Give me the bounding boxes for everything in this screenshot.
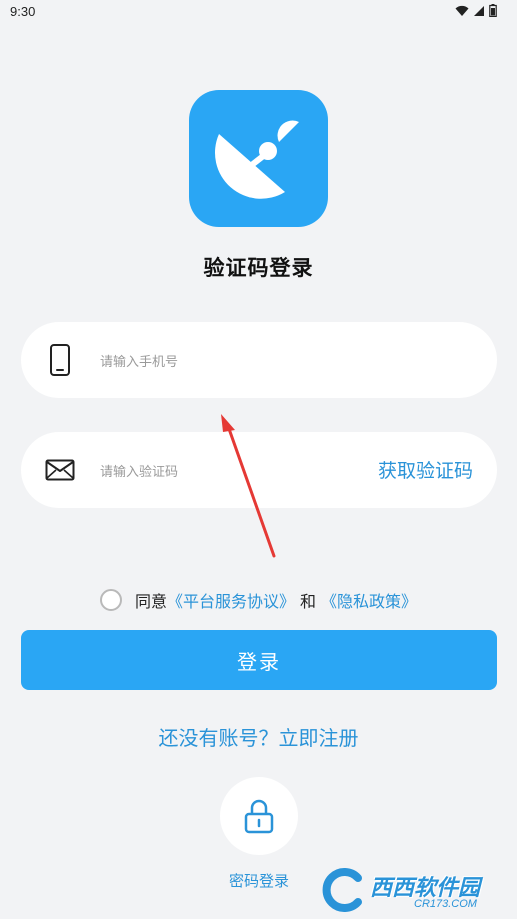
get-code-button[interactable]: 获取验证码 [378,456,473,483]
signal-icon [474,5,484,16]
phone-icon [45,341,75,379]
battery-icon [489,4,497,17]
app-logo [189,90,328,227]
status-icons [455,4,497,17]
password-login-button[interactable] [220,777,298,855]
agreement-row: 同意 《平台服务协议》 和 《隐私政策》 [0,588,517,612]
code-input[interactable] [98,452,352,490]
lock-icon [244,799,274,834]
status-time: 9:30 [10,4,36,19]
code-field[interactable]: 获取验证码 [21,432,497,508]
mail-icon [45,451,75,489]
service-agreement-link[interactable]: 《平台服务协议》 [167,588,295,612]
satellite-dish-icon [215,120,299,199]
password-login-label[interactable]: 密码登录 [209,870,309,891]
watermark: 西西软件园 CR173.COM [318,868,508,914]
page-title: 验证码登录 [203,257,314,280]
agreement-joiner: 和 [300,594,317,611]
agreement-prefix: 同意 [134,594,167,611]
login-button[interactable]: 登录 [21,630,497,690]
wifi-icon [455,5,469,16]
agreement-radio[interactable] [99,589,122,611]
phone-field[interactable] [21,322,497,398]
privacy-policy-link[interactable]: 《隐私政策》 [321,588,417,612]
watermark-logo-icon [322,868,362,912]
register-link[interactable]: 还没有账号？立即注册 [0,722,517,751]
watermark-subtext: CR173.COM [414,898,477,910]
phone-input[interactable] [98,342,352,380]
status-bar: 9:30 [0,0,517,24]
